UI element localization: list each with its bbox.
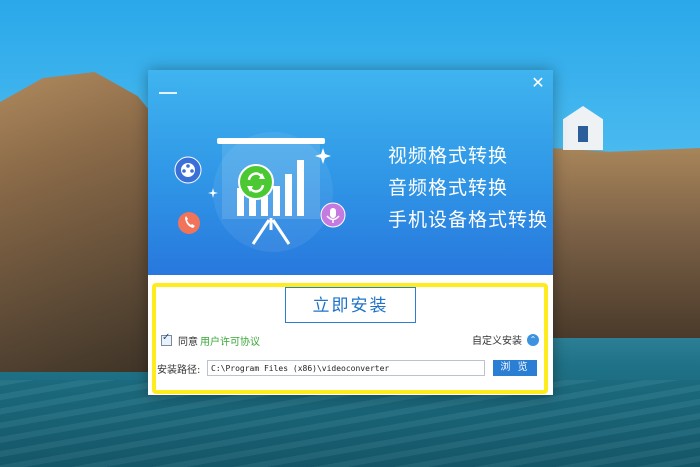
illustration xyxy=(174,132,346,252)
feature-list: 视频格式转换 音频格式转换 手机设备格式转换 xyxy=(388,140,548,236)
minimize-button[interactable] xyxy=(159,92,177,94)
refresh-icon xyxy=(238,164,274,200)
background-cliff-left xyxy=(0,72,172,372)
feature-audio: 音频格式转换 xyxy=(388,177,509,199)
background-cliff-right xyxy=(550,148,700,338)
close-button[interactable]: ✕ xyxy=(529,74,547,92)
background-chapel-door xyxy=(578,126,588,142)
film-reel-icon xyxy=(174,156,202,184)
installer-banner: ✕ 视频格式转换 音频格式转换 手机设备格式转换 xyxy=(148,70,553,275)
feature-mobile: 手机设备格式转换 xyxy=(388,209,549,231)
phone-icon xyxy=(178,212,200,234)
microphone-icon xyxy=(320,202,346,228)
highlight-frame xyxy=(152,283,548,394)
feature-video: 视频格式转换 xyxy=(388,145,509,167)
